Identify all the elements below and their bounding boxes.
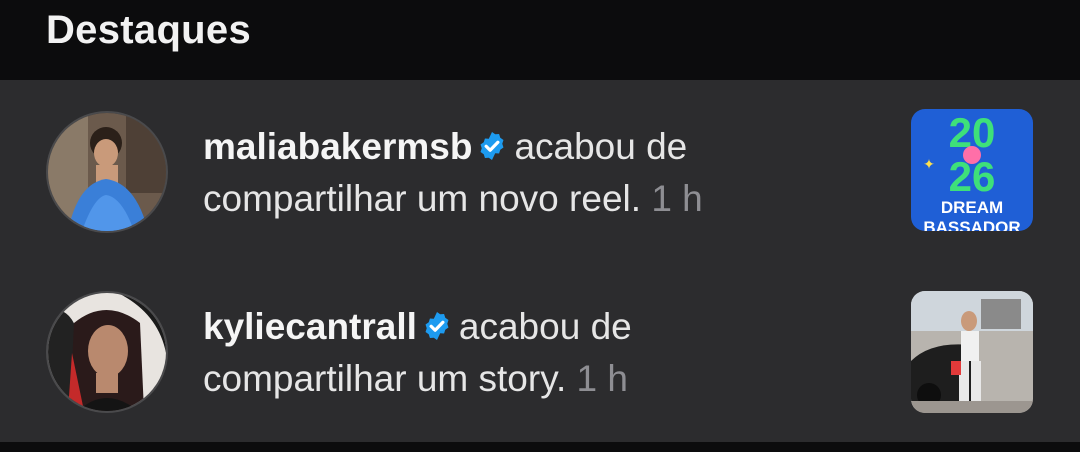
message-part1: acabou de (458, 306, 632, 347)
timestamp: 1 h (576, 358, 628, 399)
thumb-text-bassador: BASSADOR (923, 218, 1020, 231)
reel-thumbnail-image: 20 26 ✦ DREAM BASSADOR (911, 109, 1033, 231)
message-part1: acabou de (514, 126, 688, 167)
story-thumbnail-image (911, 291, 1033, 413)
timestamp: 1 h (651, 178, 703, 219)
avatar-photo (48, 293, 166, 411)
story-thumbnail[interactable] (911, 291, 1033, 413)
bottom-divider (0, 442, 1080, 452)
username[interactable]: kyliecantrall (203, 306, 417, 347)
avatar-photo (48, 113, 166, 231)
thumb-text-dream: DREAM (941, 198, 1003, 217)
thumb-text-26: 26 (949, 153, 996, 200)
notification-item[interactable]: maliabakermsb acabou de compartilhar um n… (0, 80, 1080, 260)
username[interactable]: maliabakermsb (203, 126, 472, 167)
notification-text: maliabakermsb acabou de compartilhar um n… (203, 121, 883, 225)
message-part2: compartilhar um story. (203, 358, 567, 399)
section-title: Destaques (46, 8, 252, 52)
notification-item[interactable]: kyliecantrall acabou de compartilhar um s… (0, 262, 1080, 442)
notification-text: kyliecantrall acabou de compartilhar um s… (203, 301, 883, 405)
message-part2: compartilhar um novo reel. (203, 178, 642, 219)
verified-badge-icon (480, 132, 504, 160)
reel-thumbnail[interactable]: 20 26 ✦ DREAM BASSADOR (911, 109, 1033, 231)
avatar[interactable] (46, 111, 168, 233)
verified-badge-icon (425, 312, 449, 340)
avatar[interactable] (46, 291, 168, 413)
highlights-header: Destaques (0, 0, 1080, 80)
sparkle-icon: ✦ (923, 157, 935, 173)
